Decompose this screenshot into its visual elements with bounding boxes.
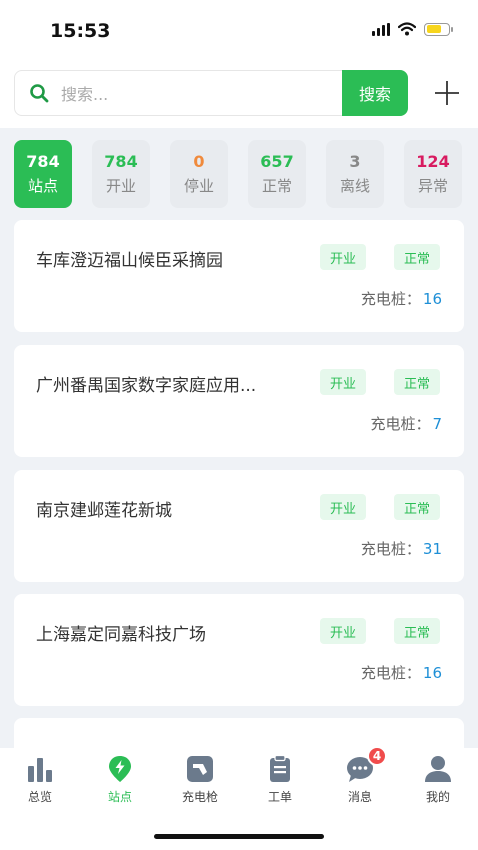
pile-count-label: 充电桩： xyxy=(370,415,431,433)
stat-value: 0 xyxy=(193,152,205,171)
open-tag: 开业 xyxy=(320,618,366,644)
stat-label: 站点 xyxy=(27,177,58,195)
open-tag: 开业 xyxy=(320,369,366,395)
search-icon xyxy=(30,84,49,103)
stat-label: 正常 xyxy=(261,177,292,195)
tab-bar: 总览 站点 充电枪 工单 4 消息 我的 xyxy=(0,746,478,850)
station-name: 上海嘉定同嘉科技广场 xyxy=(36,625,206,645)
status-tag: 正常 xyxy=(394,244,440,270)
content-area: 784 站点 784 开业 0 停业 657 正常 3 离线 124 异常 车库… xyxy=(0,128,478,748)
clipboard-icon xyxy=(270,754,290,782)
chat-bubble-icon-wrap: 4 xyxy=(345,746,387,784)
signal-icon xyxy=(372,22,390,36)
battery-icon xyxy=(424,22,453,36)
tab-label: 站点 xyxy=(107,790,132,804)
stat-label: 开业 xyxy=(105,177,136,195)
stat-label: 离线 xyxy=(339,177,370,195)
stat-value: 784 xyxy=(26,152,60,171)
status-tag: 正常 xyxy=(394,618,440,644)
wifi-icon xyxy=(398,22,416,36)
status-icons xyxy=(372,22,453,36)
station-name: 广州番禺国家数字家庭应用... xyxy=(36,376,257,396)
search-input[interactable] xyxy=(61,81,331,107)
stats-filter-row: 784 站点 784 开业 0 停业 657 正常 3 离线 124 异常 xyxy=(14,140,478,208)
station-name: 车库澄迈福山候臣采摘园 xyxy=(36,251,223,271)
stat-label: 停业 xyxy=(183,177,214,195)
message-badge: 4 xyxy=(367,746,387,766)
tab-label: 消息 xyxy=(347,790,372,804)
pile-count-value: 16 xyxy=(422,290,442,308)
open-tag: 开业 xyxy=(320,244,366,270)
home-indicator xyxy=(154,834,324,839)
station-card[interactable]: 广州番禺国家数字家庭应用... 开业 正常 充电桩： 7 xyxy=(14,345,464,457)
pile-count: 充电桩： 7 xyxy=(370,413,442,434)
charging-gun-icon xyxy=(187,756,213,782)
tab-label: 充电枪 xyxy=(181,790,218,804)
station-card[interactable]: 车库澄迈福山候臣采摘园 开业 正常 充电桩： 16 xyxy=(14,220,464,332)
status-bar: 15:53 xyxy=(0,0,478,64)
tab-messages[interactable]: 4 消息 xyxy=(320,746,400,818)
stat-label: 异常 xyxy=(417,177,448,195)
stat-all-stations[interactable]: 784 站点 xyxy=(14,140,72,208)
pile-count: 充电桩： 16 xyxy=(361,288,442,309)
tab-charging-gun[interactable]: 充电枪 xyxy=(160,748,240,818)
search-box: 搜索 xyxy=(14,70,408,116)
station-card[interactable]: 南京建邺莲花新城 开业 正常 充电桩： 31 xyxy=(14,470,464,582)
search-row: 搜索 xyxy=(14,70,464,116)
tab-stations[interactable]: 站点 xyxy=(80,748,160,818)
search-button[interactable]: 搜索 xyxy=(342,70,408,116)
stat-normal[interactable]: 657 正常 xyxy=(248,140,306,208)
add-icon[interactable] xyxy=(430,76,464,110)
stat-value: 657 xyxy=(260,152,294,171)
stat-value: 3 xyxy=(349,152,361,171)
tab-work-order[interactable]: 工单 xyxy=(240,748,320,818)
bar-chart-icon xyxy=(28,758,52,782)
tab-profile[interactable]: 我的 xyxy=(398,748,478,818)
tab-label: 总览 xyxy=(27,790,52,804)
station-card[interactable] xyxy=(14,718,464,748)
stat-value: 784 xyxy=(104,152,138,171)
status-tag: 正常 xyxy=(394,494,440,520)
status-tag: 正常 xyxy=(394,369,440,395)
tab-label: 我的 xyxy=(425,790,450,804)
tab-label: 工单 xyxy=(267,790,292,804)
status-time: 15:53 xyxy=(50,20,111,42)
stat-abnormal[interactable]: 124 异常 xyxy=(404,140,462,208)
stat-offline[interactable]: 3 离线 xyxy=(326,140,384,208)
pile-count: 充电桩： 31 xyxy=(361,538,442,559)
pile-count-value: 31 xyxy=(422,540,442,558)
pile-count-label: 充电桩： xyxy=(360,540,421,558)
pile-count-label: 充电桩： xyxy=(360,290,421,308)
stat-open[interactable]: 784 开业 xyxy=(92,140,150,208)
open-tag: 开业 xyxy=(320,494,366,520)
stat-value: 124 xyxy=(416,152,450,171)
pile-count: 充电桩： 16 xyxy=(361,662,442,683)
stat-closed[interactable]: 0 停业 xyxy=(170,140,228,208)
tab-overview[interactable]: 总览 xyxy=(0,748,80,818)
pile-count-value: 7 xyxy=(432,415,442,433)
station-name: 南京建邺莲花新城 xyxy=(36,501,172,521)
pile-count-value: 16 xyxy=(422,664,442,682)
person-icon xyxy=(425,756,451,782)
pile-count-label: 充电桩： xyxy=(360,664,421,682)
location-bolt-icon xyxy=(109,756,131,782)
station-card[interactable]: 上海嘉定同嘉科技广场 开业 正常 充电桩： 16 xyxy=(14,594,464,706)
